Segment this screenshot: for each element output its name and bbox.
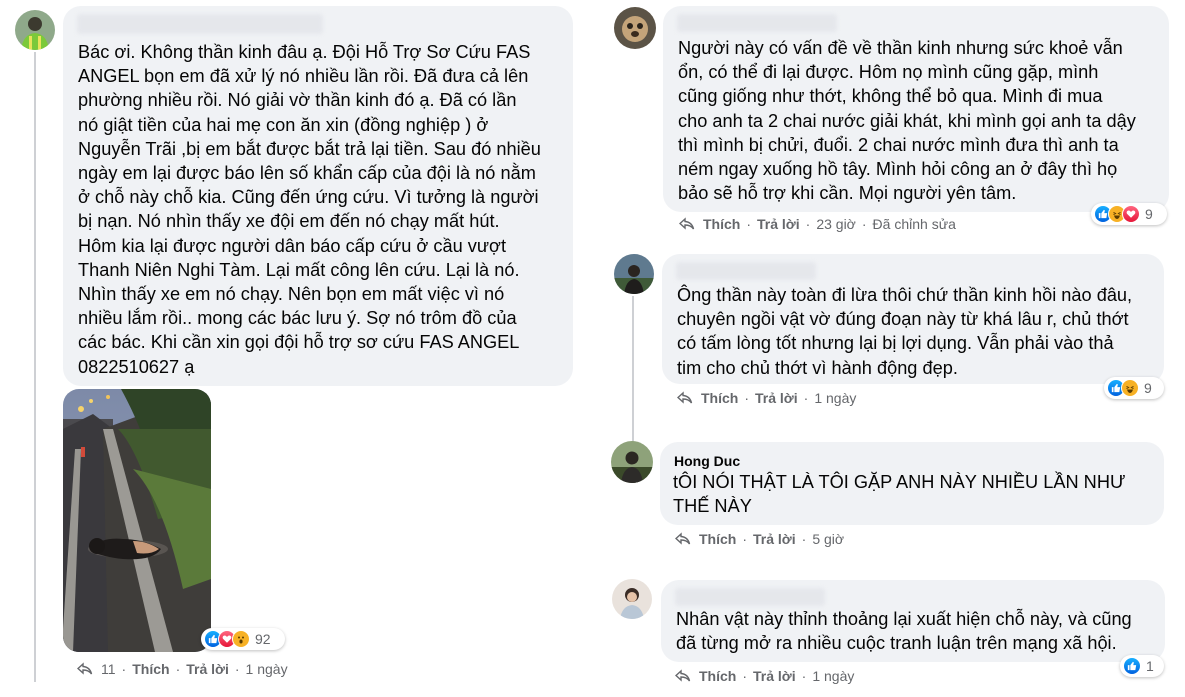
reaction-count: 9	[1144, 380, 1152, 396]
comment-text: Ông thần này toàn đi lừa thôi chứ thần k…	[677, 285, 1133, 378]
comment-bubble: Bác ơi. Không thần kinh đâu ạ. Đội Hỗ Tr…	[63, 6, 573, 386]
comment-text: Nhân vật này thỉnh thoảng lại xuất hiện …	[676, 609, 1132, 654]
timestamp[interactable]: 1 ngày	[814, 390, 856, 406]
comment-actions: Thích · Trả lời · 1 ngày	[675, 668, 854, 684]
timestamp[interactable]: 1 ngày	[812, 668, 854, 684]
like-button[interactable]: Thích	[701, 390, 738, 406]
avatar[interactable]	[614, 7, 656, 49]
reaction-summary[interactable]: 1	[1120, 655, 1164, 677]
like-button[interactable]: Thích	[703, 216, 740, 232]
reply-button[interactable]: Trả lời	[753, 531, 796, 547]
haha-reaction-icon	[1121, 379, 1139, 397]
comment-text: Bác ơi. Không thần kinh đâu ạ. Đội Hỗ Tr…	[78, 42, 541, 377]
comment-bubble: Người này có vấn đề về thần kinh nhưng s…	[663, 6, 1169, 212]
author-name-redacted[interactable]	[677, 14, 837, 32]
comment-actions: Thích · Trả lời · 23 giờ · Đã chỉnh sửa	[679, 216, 956, 232]
author-name-redacted[interactable]	[675, 588, 825, 606]
avatar[interactable]	[15, 10, 55, 50]
author-name-redacted[interactable]	[676, 262, 816, 280]
comment-text: Người này có vấn đề về thần kinh nhưng s…	[678, 38, 1136, 204]
like-button[interactable]: Thích	[699, 531, 736, 547]
reaction-count: 1	[1146, 658, 1154, 674]
reaction-summary[interactable]: 92	[201, 628, 285, 650]
reaction-summary[interactable]: 9	[1104, 377, 1164, 399]
reply-count[interactable]: 11	[101, 661, 116, 677]
comment-actions: 11 · Thích · Trả lời · 1 ngày	[77, 661, 288, 677]
comment-bubble: Hong Duc tÔI NÓI THẬT LÀ TÔI GẶP ANH NÀY…	[660, 442, 1164, 525]
timestamp[interactable]: 5 giờ	[812, 531, 844, 547]
reaction-summary[interactable]: 9	[1091, 203, 1167, 225]
comment-actions: Thích · Trả lời · 5 giờ	[675, 531, 844, 547]
comment-bubble: Nhân vật này thỉnh thoảng lại xuất hiện …	[661, 580, 1165, 662]
like-button[interactable]: Thích	[699, 668, 736, 684]
comment-actions: Thích · Trả lời · 1 ngày	[677, 390, 856, 406]
reply-button[interactable]: Trả lời	[186, 661, 229, 677]
reply-icon	[675, 532, 691, 545]
reply-icon	[679, 217, 695, 230]
comment-photo[interactable]	[63, 389, 211, 652]
reply-icon	[77, 662, 93, 675]
reply-icon	[675, 669, 691, 682]
comment-text: tÔI NÓI THẬT LÀ TÔI GẶP ANH NÀY NHIỀU LẦ…	[673, 472, 1126, 517]
timestamp[interactable]: 1 ngày	[246, 661, 288, 677]
timestamp[interactable]: 23 giờ	[816, 216, 856, 232]
wow-reaction-icon	[232, 630, 250, 648]
thread-line	[34, 52, 36, 682]
comment-bubble: Ông thần này toàn đi lừa thôi chứ thần k…	[662, 254, 1164, 384]
author-name-redacted[interactable]	[77, 14, 323, 34]
love-reaction-icon	[1122, 205, 1140, 223]
reply-button[interactable]: Trả lời	[753, 668, 796, 684]
reaction-count: 92	[255, 631, 271, 647]
author-name[interactable]: Hong Duc	[674, 452, 740, 470]
avatar[interactable]	[612, 579, 652, 619]
reply-icon	[677, 391, 693, 404]
reaction-count: 9	[1145, 206, 1153, 222]
like-reaction-icon	[1123, 657, 1141, 675]
like-button[interactable]: Thích	[132, 661, 169, 677]
edited-label[interactable]: Đã chỉnh sửa	[873, 216, 956, 232]
reply-button[interactable]: Trả lời	[757, 216, 800, 232]
avatar[interactable]	[614, 254, 654, 294]
reply-button[interactable]: Trả lời	[755, 390, 798, 406]
avatar[interactable]	[611, 441, 653, 483]
